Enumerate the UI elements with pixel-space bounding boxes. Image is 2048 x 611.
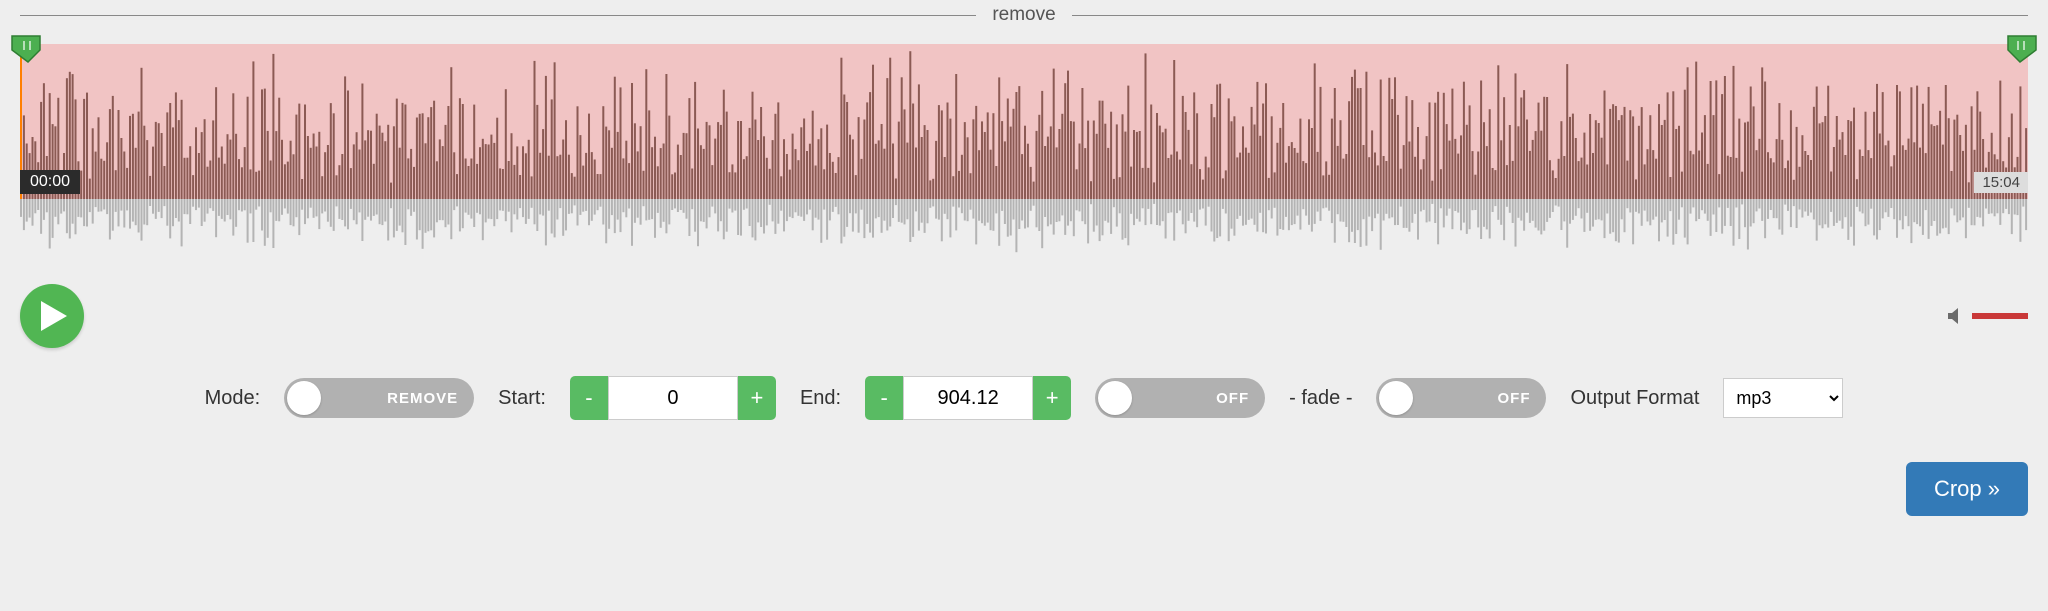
fade-separator: - fade - xyxy=(1289,387,1352,410)
divider-label: remove xyxy=(992,4,1055,26)
mode-toggle[interactable]: REMOVE xyxy=(284,378,474,418)
fade-in-toggle[interactable]: OFF xyxy=(1095,378,1265,418)
crop-button[interactable]: Crop » xyxy=(1906,462,2028,516)
mode-label: Mode: xyxy=(205,387,261,410)
controls-row: Mode: REMOVE Start: - + End: - + OFF - f… xyxy=(20,376,2028,420)
volume-bar[interactable] xyxy=(1972,313,2028,319)
waveform[interactable]: 00:00 15:04 xyxy=(20,34,2028,254)
start-decrement-button[interactable]: - xyxy=(570,376,608,420)
selection-marker-start[interactable] xyxy=(10,34,46,64)
time-start-label: 00:00 xyxy=(20,170,80,194)
end-label: End: xyxy=(800,387,841,410)
selection-marker-end[interactable] xyxy=(2002,34,2038,64)
mode-toggle-text: REMOVE xyxy=(387,390,458,407)
start-label: Start: xyxy=(498,387,546,410)
play-icon xyxy=(41,301,67,331)
remove-divider: remove xyxy=(20,4,2028,26)
volume-icon xyxy=(1946,306,1966,326)
end-increment-button[interactable]: + xyxy=(1033,376,1071,420)
output-format-select[interactable]: mp3 xyxy=(1723,378,1843,418)
divider-line xyxy=(1072,15,2028,16)
play-button[interactable] xyxy=(20,284,84,348)
fade-out-toggle-text: OFF xyxy=(1497,390,1530,407)
toggle-knob xyxy=(1379,381,1413,415)
start-input[interactable] xyxy=(608,376,738,420)
toggle-knob xyxy=(287,381,321,415)
divider-line xyxy=(20,15,976,16)
fade-in-toggle-text: OFF xyxy=(1216,390,1249,407)
fade-out-toggle[interactable]: OFF xyxy=(1376,378,1546,418)
toggle-knob xyxy=(1098,381,1132,415)
end-input[interactable] xyxy=(903,376,1033,420)
volume-control[interactable] xyxy=(1946,306,2028,326)
start-increment-button[interactable]: + xyxy=(738,376,776,420)
waveform-bars xyxy=(20,44,2028,254)
time-end-label: 15:04 xyxy=(1974,172,2028,193)
end-decrement-button[interactable]: - xyxy=(865,376,903,420)
output-format-label: Output Format xyxy=(1570,387,1699,410)
